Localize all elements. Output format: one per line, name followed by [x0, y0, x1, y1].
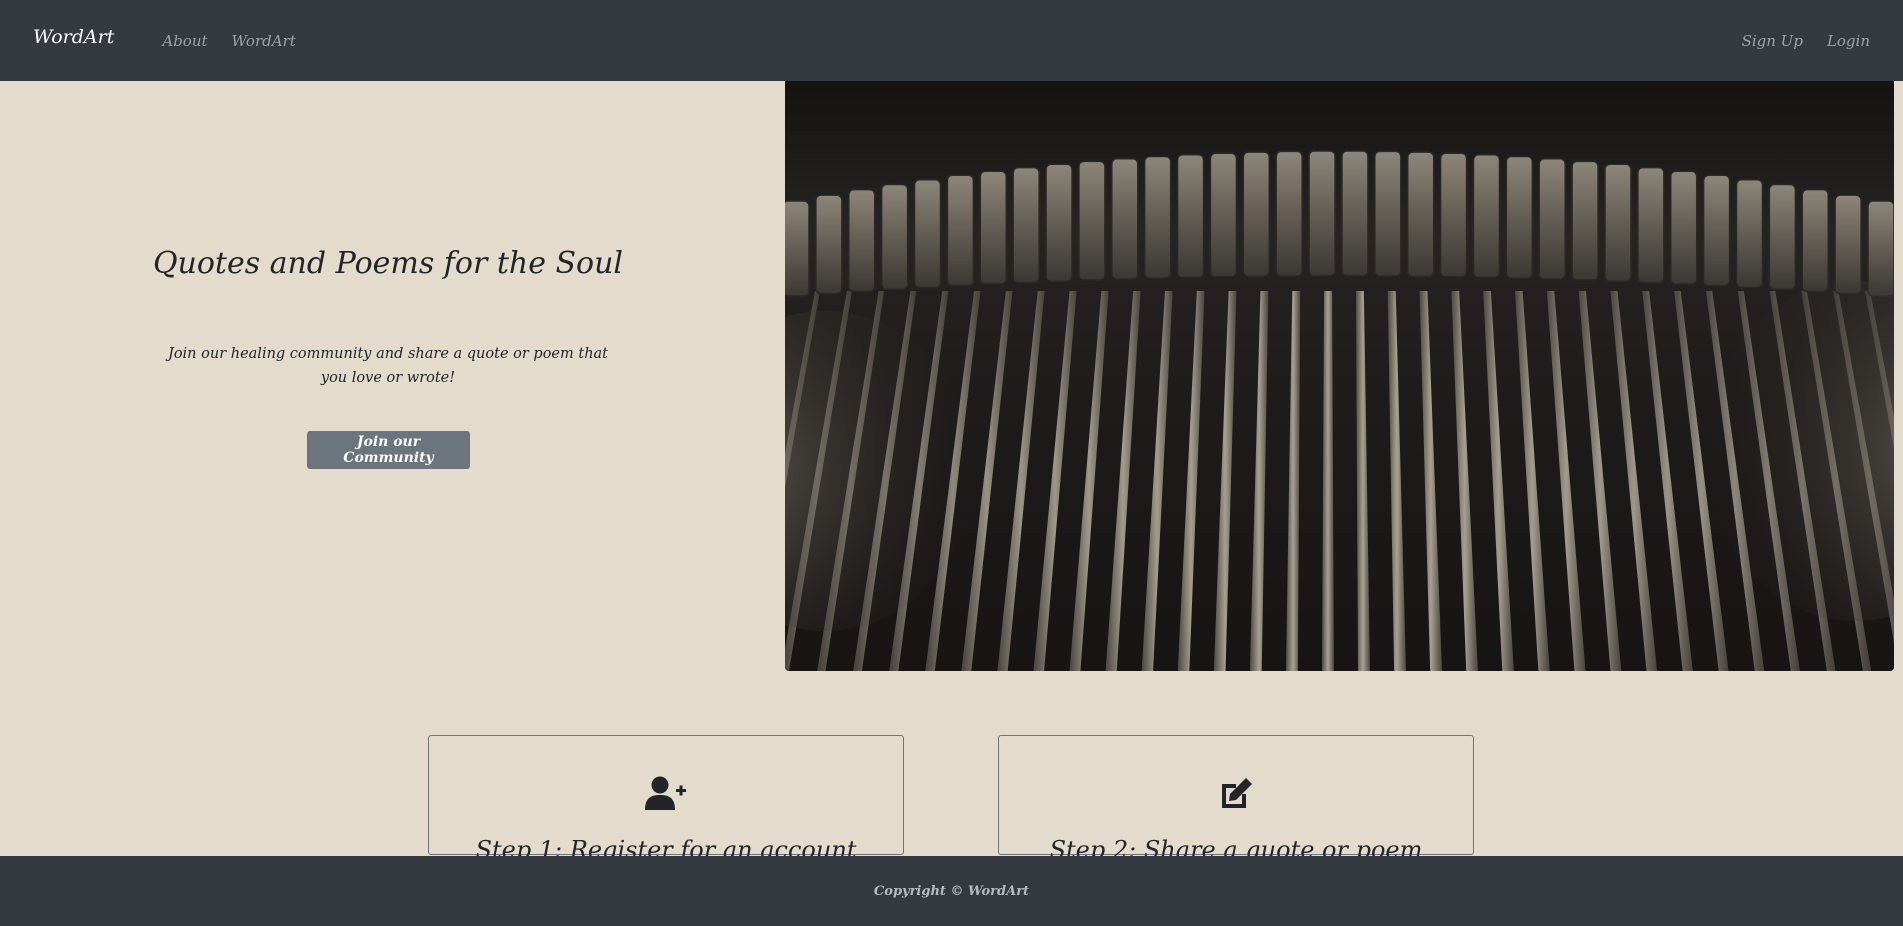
- step-card-share: Step 2: Share a quote or poem: [998, 735, 1474, 864]
- footer: Copyright © WordArt: [0, 856, 1903, 926]
- brand-link[interactable]: WordArt: [33, 26, 114, 48]
- nav-right: Sign Up Login: [1718, 32, 1870, 50]
- nav-link-about[interactable]: About: [162, 32, 207, 50]
- nav-link-sign-up[interactable]: Sign Up: [1742, 32, 1803, 50]
- hero-description: Join our healing community and share a q…: [168, 346, 608, 386]
- step-card-register: Step 1: Register for an account: [428, 735, 904, 864]
- typewriter-image: [785, 81, 1894, 671]
- user-plus-icon: [645, 776, 686, 810]
- nav-link-login[interactable]: Login: [1827, 32, 1870, 50]
- navbar: WordArt About WordArt Sign Up Login: [0, 0, 1903, 81]
- nav-link-wordart[interactable]: WordArt: [232, 32, 296, 50]
- edit-icon: [1222, 778, 1252, 808]
- hero-section: Quotes and Poems for the Soul Join our h…: [0, 81, 776, 671]
- join-community-button[interactable]: Join our Community: [307, 431, 470, 469]
- hero-title: Quotes and Poems for the Soul: [152, 246, 624, 281]
- copyright-text: Copyright © WordArt: [873, 883, 1030, 899]
